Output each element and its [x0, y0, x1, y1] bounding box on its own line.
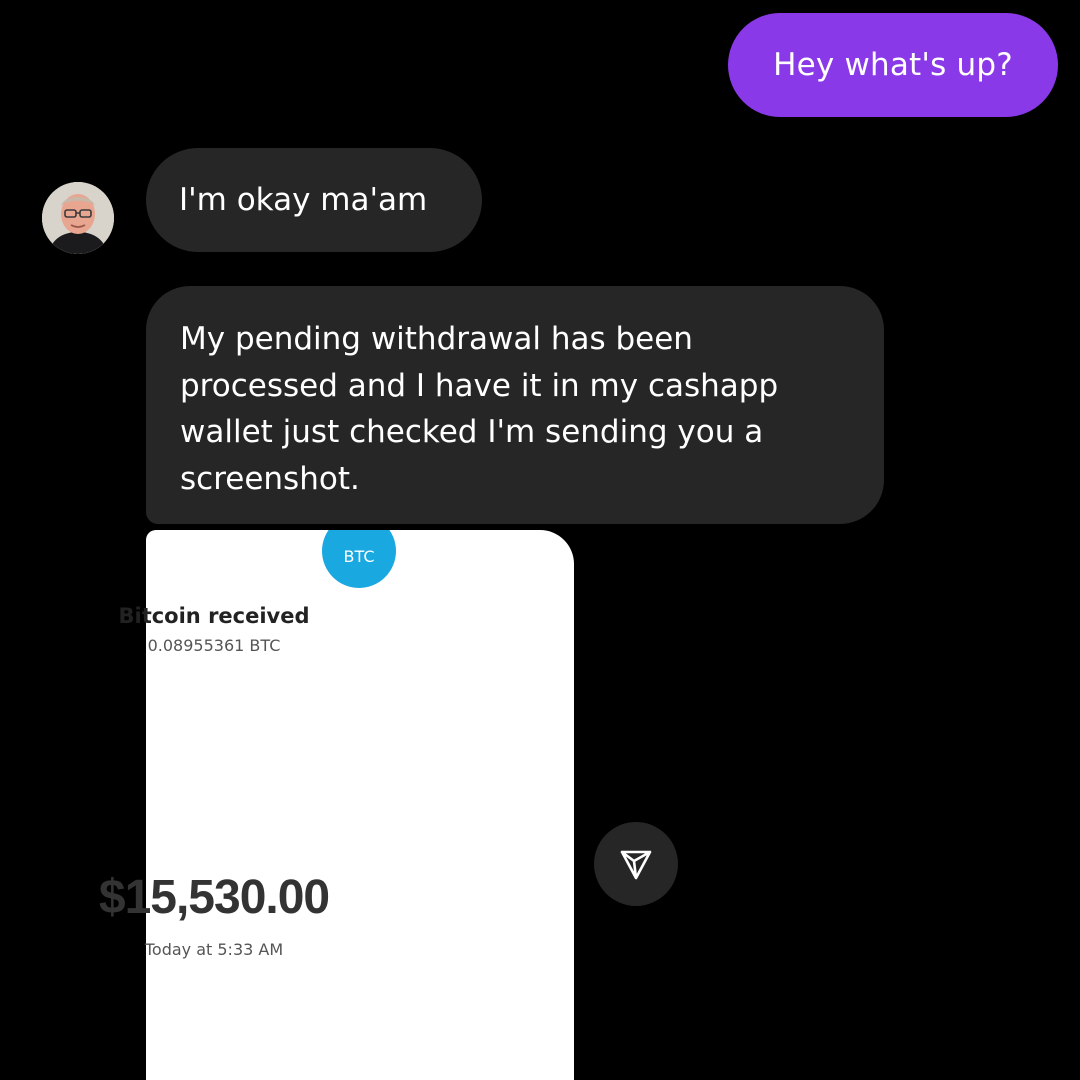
screenshot-btc-amount: 0.08955361 BTC — [147, 636, 281, 655]
btc-badge: BTC — [322, 530, 396, 588]
incoming-message-text: I'm okay ma'am — [179, 182, 428, 218]
incoming-message[interactable]: I'm okay ma'am — [146, 148, 482, 252]
screenshot-title: Bitcoin received — [118, 604, 310, 628]
incoming-message-long-text: My pending withdrawal has been processed… — [180, 321, 779, 497]
avatar[interactable] — [42, 182, 114, 254]
paper-plane-icon — [620, 850, 652, 880]
screenshot-usd-amount: $15,530.00 — [98, 871, 330, 924]
incoming-message-long[interactable]: My pending withdrawal has been processed… — [146, 286, 884, 524]
chat-thread: Hey what's up? I'm okay ma'am My pending… — [0, 0, 1080, 1080]
outgoing-message[interactable]: Hey what's up? — [728, 13, 1058, 117]
btc-badge-label: BTC — [343, 546, 375, 566]
outgoing-message-text: Hey what's up? — [773, 47, 1013, 83]
screenshot-timestamp: Today at 5:33 AM — [144, 940, 284, 959]
avatar-photo — [42, 182, 114, 254]
share-button[interactable] — [594, 822, 678, 906]
